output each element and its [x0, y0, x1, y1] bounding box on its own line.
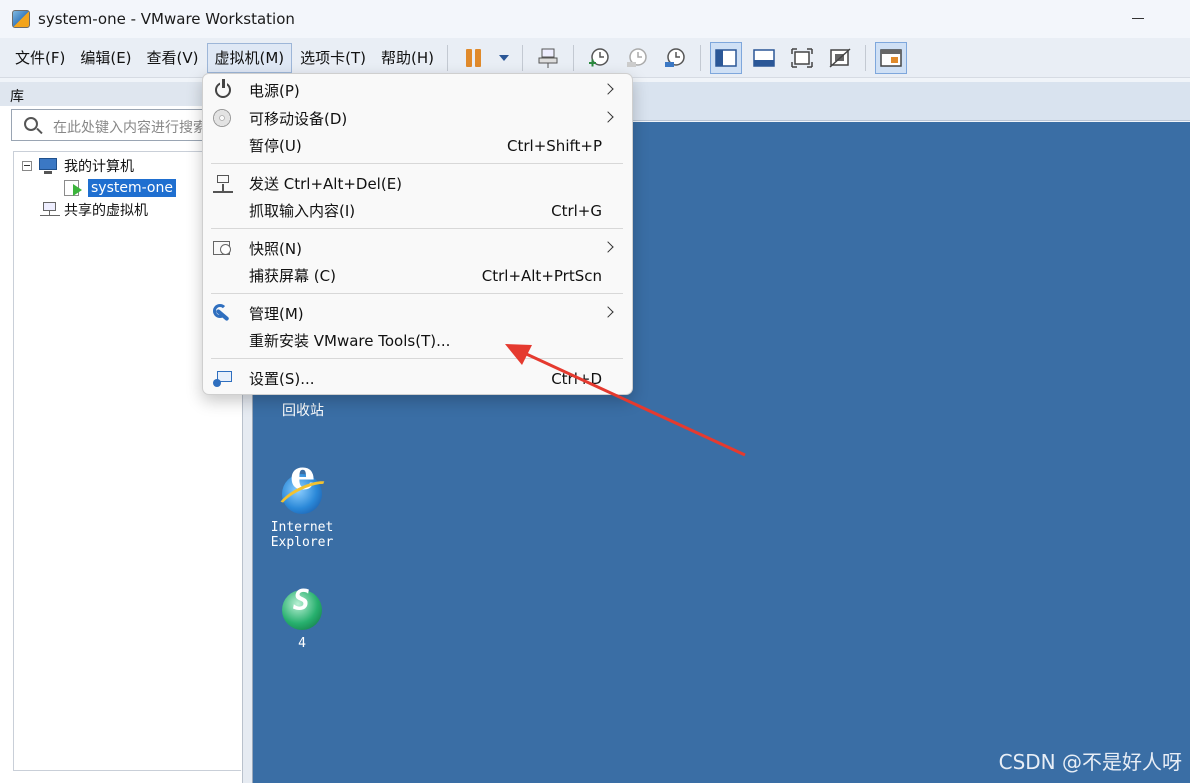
- console-view-button[interactable]: [875, 41, 908, 74]
- app-4-label: 4: [298, 636, 306, 651]
- snapshot-manager-button[interactable]: [659, 42, 691, 74]
- power-icon: [215, 79, 231, 98]
- search-icon: [24, 117, 38, 131]
- network-send-icon: [538, 48, 558, 68]
- internet-explorer-icon: [282, 468, 322, 514]
- menu-item-shortcut: Ctrl+Alt+PrtScn: [481, 266, 602, 285]
- menu-item-label: 快照(N): [249, 240, 302, 258]
- pause-icon: [465, 48, 481, 67]
- menu-item-grab-input[interactable]: 抓取输入内容(I) Ctrl+G: [207, 197, 628, 224]
- vmware-app-icon: [12, 10, 30, 28]
- menu-edit[interactable]: 编辑(E): [73, 43, 138, 73]
- menu-item-label: 捕获屏幕 (C): [249, 267, 336, 285]
- menu-file[interactable]: 文件(F): [8, 43, 72, 73]
- thumbnail-bar-button[interactable]: [748, 42, 780, 74]
- snapshot-icon: [213, 241, 231, 255]
- menu-separator: [211, 163, 623, 164]
- menu-item-snapshot[interactable]: 快照(N): [207, 235, 628, 262]
- watermark: CSDN @不是好人呀: [998, 750, 1182, 774]
- menu-separator: [211, 293, 623, 294]
- chevron-right-icon: [602, 306, 614, 318]
- shared-vms-icon: [40, 201, 60, 219]
- collapse-icon[interactable]: [22, 161, 32, 171]
- menu-item-manage[interactable]: 管理(M): [207, 300, 628, 327]
- computer-icon: [38, 158, 58, 174]
- toolbar-separator: [522, 44, 524, 71]
- menu-item-label: 管理(M): [249, 305, 304, 323]
- menu-view[interactable]: 查看(V): [140, 43, 206, 73]
- menu-item-capture-screen[interactable]: 捕获屏幕 (C) Ctrl+Alt+PrtScn: [207, 262, 628, 289]
- tree-item-my-computer[interactable]: 我的计算机: [22, 155, 134, 177]
- menu-item-label: 暂停(U): [249, 137, 302, 155]
- send-ctrl-alt-del-button[interactable]: [532, 42, 564, 74]
- toolbar-separator: [865, 44, 867, 71]
- library-panel-icon: [715, 48, 737, 67]
- sogou-app-icon: [282, 590, 322, 630]
- menu-item-shortcut: Ctrl+Shift+P: [507, 136, 602, 155]
- title-bar: system-one - VMware Workstation: [0, 0, 1190, 38]
- snapshot-take-icon: [589, 47, 609, 66]
- full-screen-icon: [791, 47, 813, 68]
- network-send-icon: [213, 174, 233, 194]
- menu-item-label: 抓取输入内容(I): [249, 202, 356, 220]
- app-4-desktop-icon[interactable]: 4: [262, 590, 342, 651]
- show-library-button[interactable]: [710, 41, 743, 74]
- chevron-right-icon: [602, 83, 614, 95]
- disc-icon: [213, 109, 231, 127]
- recycle-bin-label: 回收站: [282, 403, 324, 419]
- menu-vm[interactable]: 虚拟机(M): [206, 42, 293, 73]
- toolbar-separator: [447, 44, 449, 71]
- window-title: system-one - VMware Workstation: [38, 10, 295, 28]
- minimize-button[interactable]: [1130, 9, 1146, 27]
- power-dropdown-button[interactable]: [495, 42, 513, 74]
- snapshot-manager-icon: [665, 47, 685, 67]
- console-view-icon: [880, 48, 902, 67]
- menu-separator: [211, 228, 623, 229]
- settings-icon: [213, 369, 233, 389]
- menu-item-removable-devices[interactable]: 可移动设备(D): [207, 105, 628, 132]
- ie-label-line2: Explorer: [270, 535, 334, 550]
- snapshot-revert-icon: [627, 47, 647, 67]
- menu-item-label: 发送 Ctrl+Alt+Del(E): [249, 175, 403, 193]
- menu-item-label: 可移动设备(D): [249, 110, 348, 128]
- take-snapshot-button[interactable]: [583, 42, 615, 74]
- menu-item-label: 重新安装 VMware Tools(T)...: [249, 332, 451, 350]
- menu-item-shortcut: Ctrl+G: [551, 201, 602, 220]
- toolbar-separator: [700, 44, 702, 71]
- menu-item-label: 设置(S)...: [249, 370, 315, 388]
- menu-item-send-ctrl-alt-del[interactable]: 发送 Ctrl+Alt+Del(E): [207, 170, 628, 197]
- pause-button[interactable]: [457, 42, 489, 74]
- unity-mode-icon: [829, 47, 851, 68]
- tree-item-shared-vms[interactable]: 共享的虚拟机: [40, 199, 148, 221]
- menu-item-label: 电源(P): [249, 82, 300, 100]
- tree-label-vm: system-one: [88, 179, 176, 197]
- menu-toolbar: 文件(F) 编辑(E) 查看(V) 虚拟机(M) 选项卡(T) 帮助(H): [0, 38, 1190, 78]
- internet-explorer-desktop-icon[interactable]: Internet Explorer: [262, 468, 342, 550]
- menu-help[interactable]: 帮助(H): [374, 43, 441, 73]
- revert-snapshot-button[interactable]: [621, 42, 653, 74]
- chevron-down-icon: [499, 54, 510, 61]
- ie-label-line1: Internet: [270, 520, 334, 535]
- annotation-arrow: [505, 344, 746, 457]
- toolbar-separator: [573, 44, 575, 71]
- vm-running-icon: [64, 179, 84, 197]
- thumbnail-bar-icon: [753, 48, 775, 67]
- tree-label-my-computer: 我的计算机: [64, 159, 134, 175]
- chevron-right-icon: [602, 241, 614, 253]
- unity-button[interactable]: [824, 42, 856, 74]
- full-screen-button[interactable]: [786, 42, 818, 74]
- menu-item-pause[interactable]: 暂停(U) Ctrl+Shift+P: [207, 132, 628, 159]
- chevron-right-icon: [602, 111, 614, 123]
- wrench-icon: [213, 304, 233, 324]
- menu-tabs[interactable]: 选项卡(T): [293, 43, 373, 73]
- menu-item-power[interactable]: 电源(P): [207, 77, 628, 104]
- tree-label-shared-vms: 共享的虚拟机: [64, 203, 148, 219]
- tree-item-vm[interactable]: system-one: [64, 177, 176, 199]
- library-search-input[interactable]: 在此处键入内容进行搜索: [11, 109, 231, 141]
